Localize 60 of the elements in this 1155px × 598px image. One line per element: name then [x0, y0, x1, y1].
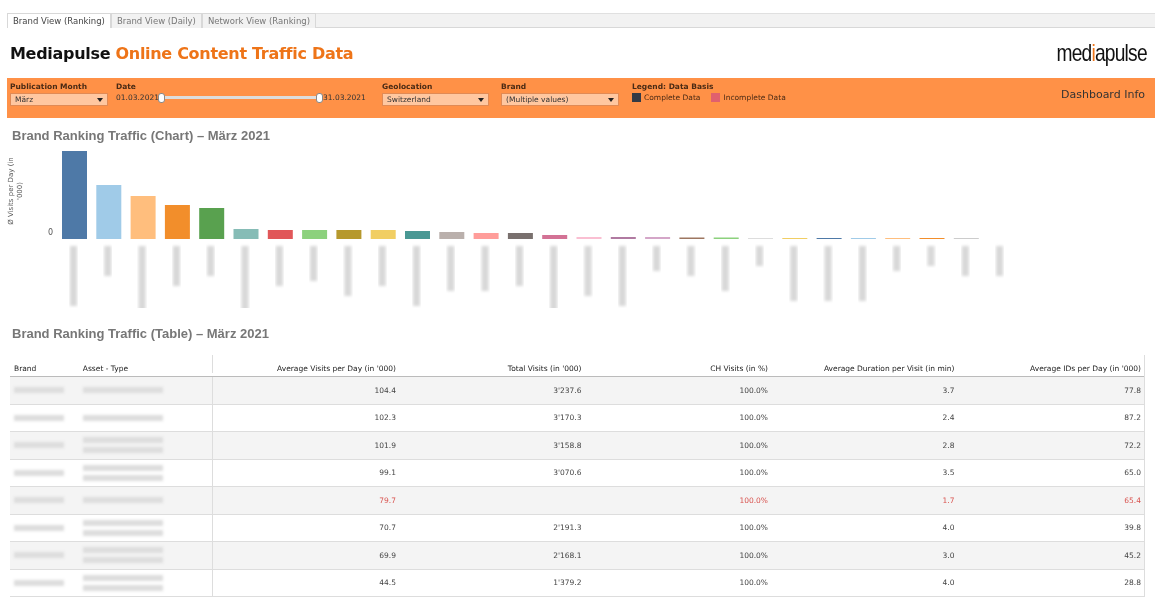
caret-icon [97, 97, 103, 102]
chart-bar [542, 235, 568, 239]
chart-bar [130, 196, 156, 239]
blurred-label [893, 246, 901, 271]
chart-bar [267, 230, 293, 239]
blurred-label [996, 246, 1004, 276]
blurred-label [70, 246, 77, 306]
slider-handle[interactable] [315, 93, 323, 103]
chart-bar [164, 205, 190, 239]
blurred-label [756, 246, 763, 266]
chart-bar [199, 208, 225, 239]
tab[interactable]: Brand View (Daily) [110, 13, 202, 28]
redacted-text [14, 579, 64, 586]
blurred-label [927, 246, 935, 266]
blurred-label [858, 246, 866, 301]
blurred-label [310, 246, 318, 281]
blurred-label [653, 246, 661, 271]
tab[interactable]: Brand View (Ranking) [7, 13, 111, 28]
chart-bar [473, 233, 499, 239]
chart-bar [405, 231, 430, 239]
blurred-label [584, 246, 592, 296]
blurred-label [447, 246, 455, 291]
blurred-label [824, 246, 832, 301]
blurred-label [172, 246, 180, 286]
chart-bar [439, 232, 465, 239]
redacted-text [14, 469, 64, 476]
blurred-label [515, 246, 523, 286]
slider-handle[interactable] [157, 93, 165, 103]
chart-bar [507, 233, 533, 239]
caret-icon [478, 97, 484, 102]
blurred-label [104, 246, 112, 276]
chart-bar [370, 230, 396, 239]
blurred-label [138, 246, 146, 308]
blurred-label [790, 246, 798, 301]
caret-icon [608, 97, 614, 102]
table-title: Brand Ranking Traffic (Table) – März 2021 [11, 325, 270, 343]
redacted-text [14, 524, 64, 531]
blurred-label [378, 246, 386, 286]
blurred-label [481, 246, 489, 291]
blurred-label [550, 246, 558, 308]
chart-bar [336, 230, 362, 239]
dashboard-title: Mediapulse Online Content Traffic Data [10, 43, 354, 63]
chart-bar [233, 229, 259, 239]
blurred-label [618, 246, 626, 306]
blurred-label [687, 246, 695, 276]
blurred-label [275, 246, 283, 286]
chart-bar [302, 230, 328, 239]
blurred-label [241, 246, 249, 308]
dashboard-info-button[interactable]: Dashboard Info [1061, 88, 1145, 101]
logo: mediapulse [1056, 39, 1147, 67]
blurred-label [344, 246, 352, 296]
redacted-text [14, 414, 64, 421]
tab[interactable]: Network View (Ranking) [201, 13, 317, 28]
blurred-label [961, 246, 969, 276]
blurred-label [721, 246, 729, 291]
chart-title: Brand Ranking Traffic (Chart) – März 2021 [11, 127, 271, 145]
chart-bar [96, 185, 122, 239]
blurred-label [413, 246, 420, 306]
blurred-label [207, 246, 215, 276]
axis-tick: 0 [47, 228, 53, 237]
